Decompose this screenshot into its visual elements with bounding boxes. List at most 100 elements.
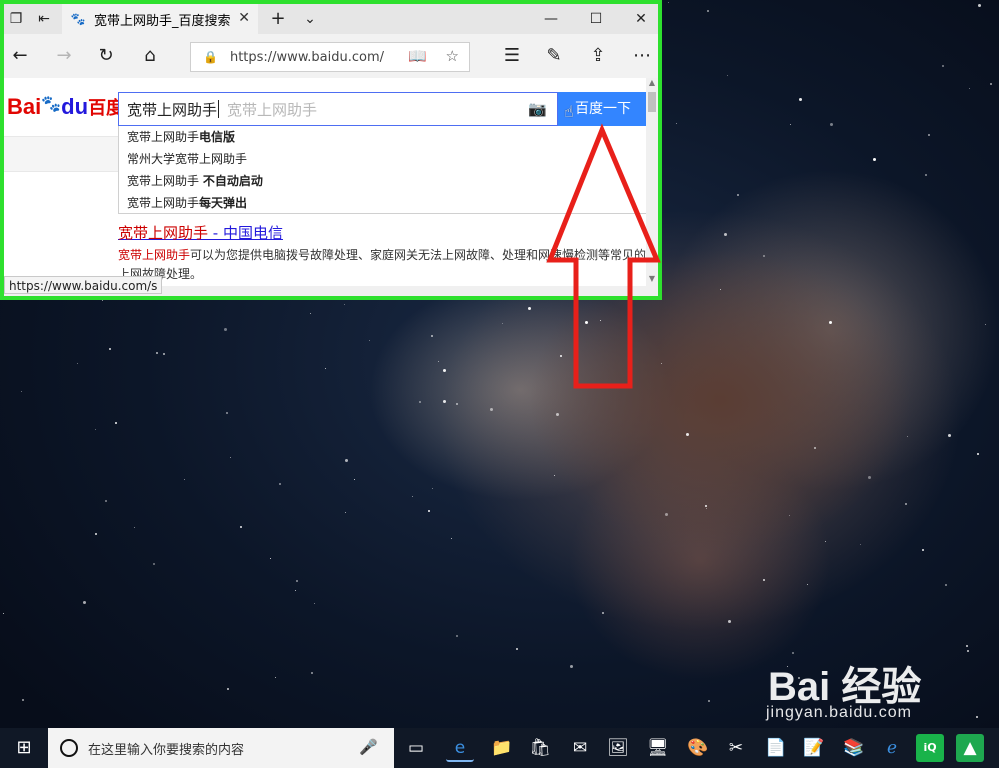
tab-preview-chevron-down-icon[interactable]: ⌄ (300, 9, 320, 29)
star (905, 502, 908, 505)
result-title-link[interactable]: 宽带上网助手 - 中国电信 (118, 222, 283, 243)
star (153, 562, 156, 565)
arrow-shape (546, 123, 661, 389)
tab-overview-icon[interactable]: ❐ (6, 9, 26, 29)
star (527, 306, 531, 310)
paint-palette-icon[interactable]: 🎨 (684, 734, 712, 762)
share-icon[interactable]: ⇪ (586, 44, 610, 68)
star (501, 323, 503, 325)
store-bag-icon[interactable]: 🛍 (526, 734, 554, 762)
lock-icon: 🔒 (203, 50, 218, 64)
back-arrow-icon[interactable]: ← (8, 44, 32, 68)
star (450, 537, 452, 539)
star (727, 75, 729, 77)
microphone-icon[interactable]: 🎤 (359, 738, 378, 756)
taskbar-search-placeholder: 在这里输入你要搜索的内容 (88, 742, 245, 758)
taskbar: ⊞ 在这里输入你要搜索的内容 🎤 ▭ e 📁 🛍 ✉ 🖼 🖥 🎨 ✂ 📄 📝 📚… (0, 728, 999, 768)
star (432, 488, 434, 490)
minimize-icon[interactable]: — (540, 8, 562, 30)
star (278, 483, 281, 486)
star (724, 232, 728, 236)
notepad-icon[interactable]: 📝 (800, 734, 828, 762)
camera-icon[interactable]: 📷 (528, 100, 547, 118)
star (437, 360, 439, 362)
star (665, 512, 669, 516)
star (807, 583, 809, 585)
baidu-jingyan-watermark: Bai 经验 jingyan.baidu.com (760, 654, 990, 724)
star (76, 362, 78, 364)
windows-start-icon[interactable]: ⊞ (0, 728, 48, 768)
favorite-star-icon[interactable]: ☆ (446, 47, 459, 65)
star (162, 352, 165, 355)
star (183, 478, 185, 480)
star (829, 122, 833, 126)
star (343, 303, 345, 305)
star (945, 584, 948, 587)
status-bar-url: https://www.baidu.com/s (4, 276, 163, 294)
address-bar[interactable]: 🔒 https://www.baidu.com/ 📖 ☆ (190, 42, 470, 72)
set-tabs-aside-icon[interactable]: ⇤ (34, 9, 54, 29)
star (516, 648, 519, 651)
star (921, 548, 924, 551)
star (967, 650, 970, 653)
taskbar-search-box[interactable]: 在这里输入你要搜索的内容 🎤 (48, 728, 394, 768)
mail-icon[interactable]: ✉ (566, 734, 594, 762)
search-input[interactable]: 宽带上网助手 宽带上网助手 📷 (118, 92, 558, 126)
star (156, 351, 159, 354)
close-window-icon[interactable]: ✕ (630, 8, 652, 30)
book-reader-icon[interactable]: 📚 (840, 734, 868, 762)
scrollbar-thumb[interactable] (648, 92, 656, 112)
star (295, 589, 297, 591)
star (368, 339, 370, 341)
star (825, 541, 827, 543)
home-icon[interactable]: ⌂ (138, 44, 162, 68)
baidu-paw-icon: 🐾 (70, 12, 86, 26)
network-computer-icon[interactable]: 🖥 (644, 734, 672, 762)
favorites-hub-icon[interactable]: ☰ (500, 44, 524, 68)
star (554, 474, 556, 476)
new-tab-icon[interactable]: + (268, 9, 288, 29)
star (95, 533, 98, 536)
star (928, 134, 931, 137)
star (108, 348, 111, 350)
scroll-up-icon[interactable]: ▲ (646, 78, 658, 90)
reading-view-icon[interactable]: 📖 (408, 47, 427, 65)
green-app-icon[interactable]: ▲ (956, 734, 984, 762)
refresh-icon[interactable]: ↻ (94, 44, 118, 68)
star (705, 504, 708, 507)
forward-arrow-icon[interactable]: → (52, 44, 76, 68)
web-note-pen-icon[interactable]: ✎ (542, 44, 566, 68)
maximize-icon[interactable]: ☐ (585, 8, 607, 30)
star (990, 83, 993, 86)
internet-explorer-icon[interactable]: ℯ (878, 734, 906, 762)
baidu-paw-logo-icon: 🐾 (41, 96, 62, 113)
star (428, 510, 431, 513)
suggestion-bold: 不自动启动 (202, 174, 263, 188)
star (431, 335, 434, 338)
star (708, 700, 711, 703)
file-explorer-icon[interactable]: 📁 (488, 734, 516, 762)
star (789, 123, 791, 125)
star (442, 400, 446, 404)
baidu-logo[interactable]: Bai🐾du百度 (7, 94, 124, 120)
photo-viewer-icon[interactable]: 🖼 (604, 734, 632, 762)
suggestion-bold: 每天弹出 (199, 196, 248, 210)
star (706, 507, 708, 509)
iqiyi-icon[interactable]: iQ (916, 734, 944, 762)
star (925, 173, 928, 176)
tab-bar: ❐ ⇤ 🐾 宽带上网助手_百度搜索 ✕ + ⌄ — ☐ ✕ (4, 4, 658, 34)
star (602, 611, 605, 614)
cortana-circle-icon (60, 739, 78, 757)
task-view-icon[interactable]: ▭ (402, 734, 430, 762)
tab-baidu-search[interactable]: 🐾 宽带上网助手_百度搜索 ✕ (62, 4, 258, 34)
edge-browser-icon[interactable]: e (446, 734, 474, 762)
document-app-icon[interactable]: 📄 (762, 734, 790, 762)
logo-text-bai: Bai (7, 94, 42, 119)
star (859, 544, 861, 546)
star (867, 476, 871, 480)
star (455, 635, 458, 638)
close-tab-icon[interactable]: ✕ (238, 10, 250, 26)
star (947, 433, 951, 437)
snipping-tool-icon[interactable]: ✂ (722, 734, 750, 762)
more-options-icon[interactable]: ⋯ (630, 44, 654, 68)
